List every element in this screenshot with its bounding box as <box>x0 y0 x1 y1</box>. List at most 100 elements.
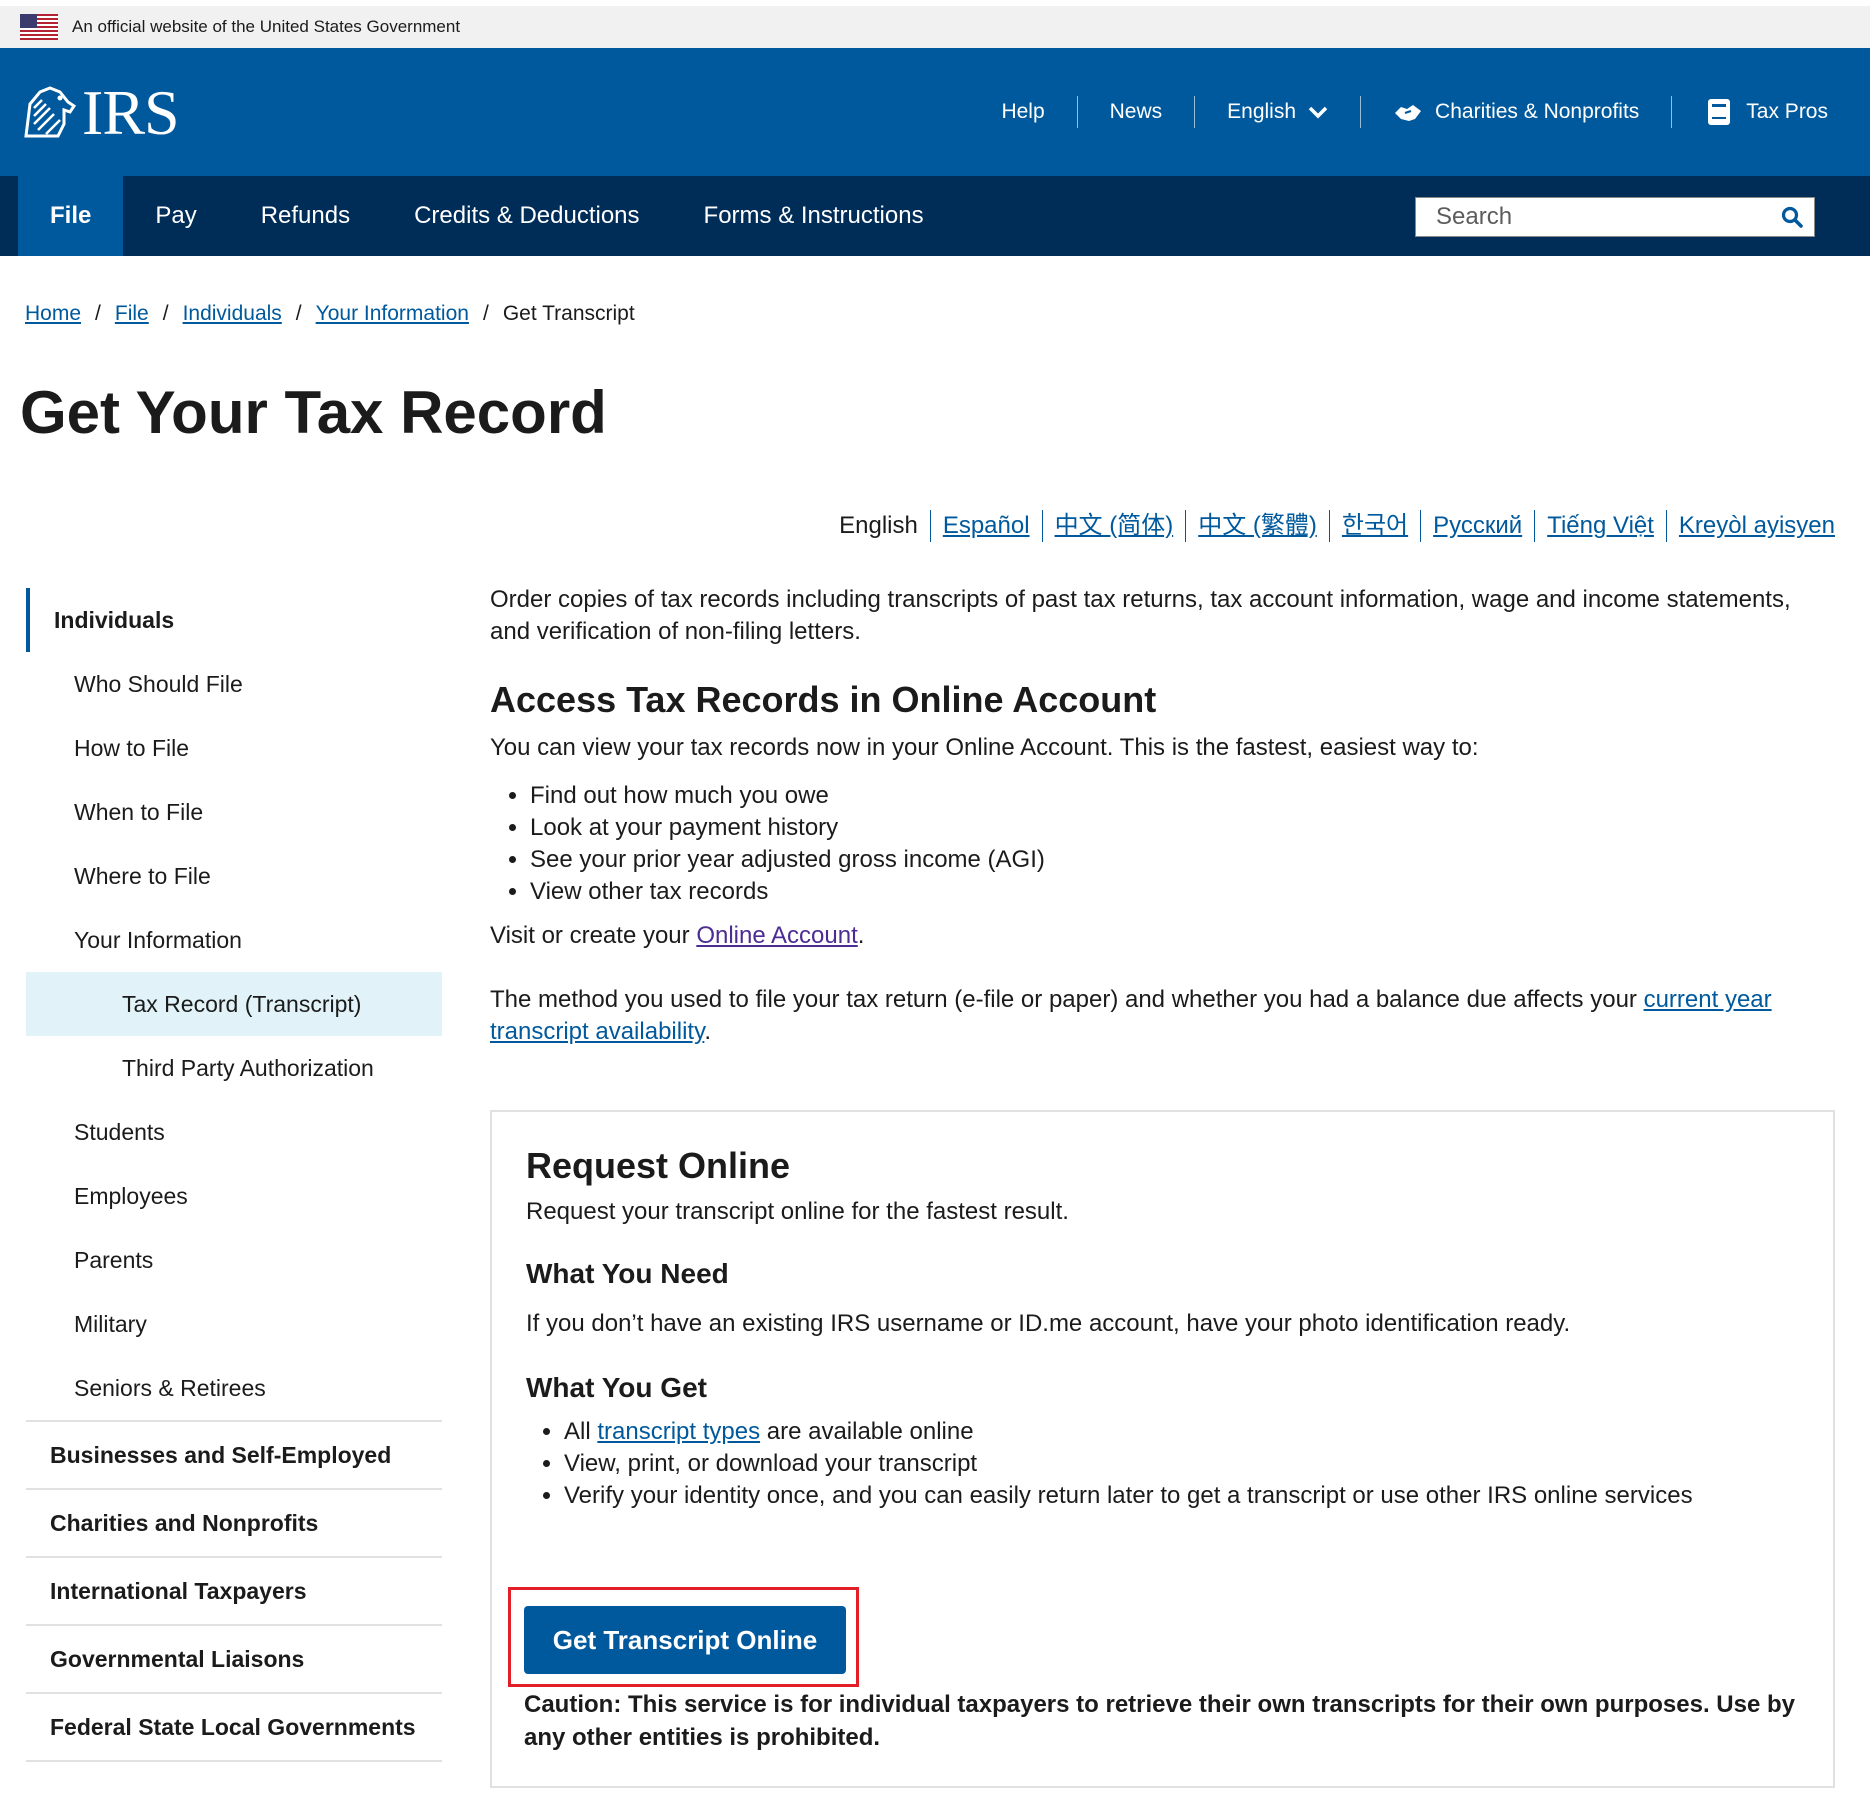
sidebar-item-third-party-authorization[interactable]: Third Party Authorization <box>26 1036 442 1100</box>
breadcrumb-separator: / <box>162 302 169 325</box>
breadcrumb-separator: / <box>295 302 302 325</box>
visit-online-account: Visit or create your Online Account. <box>490 920 1835 952</box>
sidebar-item-military[interactable]: Military <box>26 1292 442 1356</box>
nav-file[interactable]: File <box>18 176 124 256</box>
sidebar-item-governmental-liaisons[interactable]: Governmental Liaisons <box>26 1624 442 1692</box>
language-label: English <box>1227 100 1297 123</box>
search-box <box>1415 197 1815 237</box>
sidebar-item-your-information[interactable]: Your Information <box>26 908 442 972</box>
breadcrumb-separator: / <box>482 302 489 325</box>
list-item: All transcript types are available onlin… <box>564 1416 1806 1448</box>
breadcrumb-separator: / <box>95 302 101 325</box>
what-you-get-list: All transcript types are available onlin… <box>526 1416 1806 1512</box>
sidebar-item-how-to-file[interactable]: How to File <box>26 716 442 780</box>
lang-korean[interactable]: 한국어 <box>1330 510 1422 542</box>
breadcrumb-current: Get Transcript <box>502 302 635 325</box>
eagle-icon <box>24 86 77 138</box>
get-b1-prefix: All <box>564 1418 598 1445</box>
page-title: Get Your Tax Record <box>20 379 607 446</box>
tax-pros-link[interactable]: Tax Pros <box>1672 96 1828 128</box>
visit-prefix: Visit or create your <box>490 922 697 949</box>
search-icon <box>1781 206 1803 228</box>
tax-pros-label: Tax Pros <box>1746 100 1828 123</box>
sidebar-item-students[interactable]: Students <box>26 1100 442 1164</box>
sidebar-item-where-to-file[interactable]: Where to File <box>26 844 442 908</box>
book-icon <box>1708 99 1731 125</box>
sidebar-item-individuals[interactable]: Individuals <box>26 588 442 652</box>
sidebar-nav: Individuals Who Should File How to File … <box>26 588 442 1762</box>
help-link[interactable]: Help <box>969 96 1078 128</box>
caution-text: Caution: This service is for individual … <box>524 1691 1795 1751</box>
search-button[interactable] <box>1770 198 1814 236</box>
gov-banner-text: An official website of the United States… <box>72 17 461 36</box>
request-online-lead: Request your transcript online for the f… <box>526 1198 1069 1225</box>
nav-credits-deductions[interactable]: Credits & Deductions <box>382 176 671 256</box>
breadcrumb-individuals[interactable]: Individuals <box>183 302 282 326</box>
online-account-link[interactable]: Online Account <box>696 922 857 949</box>
charities-label: Charities & Nonprofits <box>1435 100 1640 123</box>
main-content: Order copies of tax records including tr… <box>490 584 1835 1048</box>
list-item: Find out how much you owe <box>530 780 1835 812</box>
site-header: IRS Help News English Charities & Nonpro… <box>0 48 1870 176</box>
intro-text: Order copies of tax records including tr… <box>490 586 1791 645</box>
news-link[interactable]: News <box>1078 96 1196 128</box>
lang-vietnamese[interactable]: Tiếng Việt <box>1535 510 1667 542</box>
transcript-types-link[interactable]: transcript types <box>597 1418 760 1445</box>
gov-banner: An official website of the United States… <box>0 0 1870 48</box>
online-account-lead: You can view your tax records now in you… <box>490 734 1479 761</box>
get-b1-suffix: are available online <box>760 1418 974 1445</box>
request-online-heading: Request Online <box>526 1145 791 1186</box>
lang-russian[interactable]: Русский <box>1421 510 1536 542</box>
sidebar-item-parents[interactable]: Parents <box>26 1228 442 1292</box>
sidebar-item-charities[interactable]: Charities and Nonprofits <box>26 1488 442 1556</box>
online-account-heading: Access Tax Records in Online Account <box>490 679 1157 720</box>
visit-suffix: . <box>857 922 865 949</box>
irs-logo[interactable]: IRS <box>20 77 180 148</box>
sidebar-item-international[interactable]: International Taxpayers <box>26 1556 442 1624</box>
list-item: View other tax records <box>530 876 1835 908</box>
sidebar-item-who-should-file[interactable]: Who Should File <box>26 652 442 716</box>
lang-english: English <box>839 510 931 542</box>
search-input[interactable] <box>1416 198 1770 236</box>
us-flag-icon <box>20 14 58 40</box>
breadcrumb: Home / File / Individuals / Your Informa… <box>25 302 635 326</box>
lang-spanish[interactable]: Español <box>931 510 1043 542</box>
sidebar-item-when-to-file[interactable]: When to File <box>26 780 442 844</box>
what-you-need-text: If you don’t have an existing IRS userna… <box>526 1310 1571 1337</box>
nav-list: File Pay Refunds Credits & Deductions Fo… <box>18 176 956 256</box>
nav-pay[interactable]: Pay <box>123 176 228 256</box>
method-suffix: . <box>704 1018 711 1045</box>
sidebar-item-seniors-retirees[interactable]: Seniors & Retirees <box>26 1356 442 1420</box>
list-item: Look at your payment history <box>530 812 1835 844</box>
sidebar-item-employees[interactable]: Employees <box>26 1164 442 1228</box>
breadcrumb-home[interactable]: Home <box>25 302 81 326</box>
charities-link[interactable]: Charities & Nonprofits <box>1361 96 1673 128</box>
help-label: Help <box>1001 100 1045 123</box>
what-you-get-heading: What You Get <box>526 1372 707 1403</box>
language-dropdown[interactable]: English <box>1195 96 1362 128</box>
nav-refunds[interactable]: Refunds <box>229 176 382 256</box>
handshake-icon <box>1395 105 1422 121</box>
what-you-need-heading: What You Need <box>526 1258 729 1289</box>
lang-chinese-simplified[interactable]: 中文 (简体) <box>1043 510 1187 542</box>
logo-text: IRS <box>82 77 180 148</box>
sidebar-item-businesses[interactable]: Businesses and Self-Employed <box>26 1420 442 1488</box>
breadcrumb-your-information[interactable]: Your Information <box>316 302 469 326</box>
lang-haitian-creole[interactable]: Kreyòl ayisyen <box>1667 510 1835 542</box>
nav-forms-instructions[interactable]: Forms & Instructions <box>672 176 956 256</box>
online-account-list: Find out how much you owe Look at your p… <box>490 780 1835 908</box>
list-item: Verify your identity once, and you can e… <box>564 1480 1806 1512</box>
language-bar: English Español 中文 (简体) 中文 (繁體) 한국어 Русс… <box>839 510 1835 542</box>
get-transcript-online-button[interactable]: Get Transcript Online <box>524 1606 846 1674</box>
sidebar-item-federal-state-local[interactable]: Federal State Local Governments <box>26 1692 442 1762</box>
sidebar-item-tax-record[interactable]: Tax Record (Transcript) <box>26 972 442 1036</box>
utility-nav: Help News English Charities & Nonprofits… <box>969 48 1828 176</box>
method-prefix: The method you used to file your tax ret… <box>490 986 1644 1013</box>
news-label: News <box>1109 100 1163 123</box>
method-text: The method you used to file your tax ret… <box>490 984 1835 1048</box>
lang-chinese-traditional[interactable]: 中文 (繁體) <box>1186 510 1330 542</box>
list-item: View, print, or download your transcript <box>564 1448 1806 1480</box>
breadcrumb-file[interactable]: File <box>115 302 149 326</box>
main-nav: File Pay Refunds Credits & Deductions Fo… <box>0 176 1870 256</box>
list-item: See your prior year adjusted gross incom… <box>530 844 1835 876</box>
